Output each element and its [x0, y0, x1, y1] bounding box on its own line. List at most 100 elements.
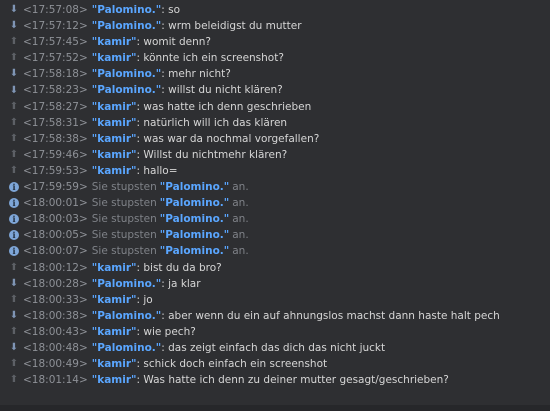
- chat-bottom-border: [0, 405, 550, 411]
- message-text: : aber wenn du ein auf ahnungslos machst…: [161, 309, 500, 322]
- nickname-link[interactable]: "kamir": [92, 147, 137, 163]
- arrow-down-icon: ⬇: [9, 277, 19, 289]
- nickname-link[interactable]: "Palomino.": [92, 82, 161, 98]
- timestamp: <18:00:05>: [23, 229, 88, 242]
- system-text: Sie stupsten: [91, 181, 157, 194]
- nickname-link[interactable]: "kamir": [92, 292, 137, 308]
- message-text: : hallo=: [136, 164, 178, 177]
- arrow-up-icon: ⬆: [9, 374, 19, 386]
- timestamp: <17:58:38>: [23, 132, 88, 145]
- message-text: : wie pech?: [136, 325, 196, 338]
- message-text: : was hatte ich denn geschrieben: [136, 100, 312, 113]
- message-text: : wrm beleidigst du mutter: [161, 20, 302, 33]
- arrow-up-icon: ⬆: [9, 52, 19, 64]
- chat-message: ⬆ <17:57:45> "kamir": womit denn?: [7, 34, 550, 50]
- nickname-link[interactable]: "kamir": [92, 324, 137, 340]
- system-text-suffix: an.: [232, 245, 249, 258]
- nickname-link[interactable]: "kamir": [92, 34, 137, 50]
- chat-message: ⬇ <17:58:23> "Palomino.": willst du nicht …: [7, 82, 550, 98]
- arrow-up-icon: ⬆: [9, 358, 19, 370]
- nickname-link[interactable]: "Palomino.": [92, 66, 161, 82]
- system-text: Sie stupsten: [91, 197, 157, 210]
- arrow-down-icon: ⬇: [9, 20, 19, 32]
- nickname-link[interactable]: "kamir": [92, 131, 137, 147]
- timestamp: <18:00:12>: [23, 261, 88, 274]
- arrow-up-icon: ⬆: [9, 293, 19, 305]
- arrow-down-icon: ⬇: [9, 4, 19, 16]
- arrow-up-icon: ⬆: [9, 164, 19, 176]
- timestamp: <17:59:59>: [23, 181, 88, 194]
- nickname-link[interactable]: "kamir": [92, 356, 137, 372]
- message-text: : schick doch einfach ein screenshot: [136, 358, 328, 371]
- timestamp: <17:59:53>: [23, 164, 88, 177]
- nickname-link[interactable]: "Palomino.": [160, 195, 229, 211]
- system-text-suffix: an.: [232, 181, 249, 194]
- nickname-link[interactable]: "Palomino.": [160, 211, 229, 227]
- system-message: i <18:00:03> Sie stupsten "Palomino." an.: [7, 211, 550, 227]
- arrow-down-icon: ⬇: [9, 309, 19, 321]
- timestamp: <17:59:46>: [23, 148, 88, 161]
- arrow-up-icon: ⬆: [9, 261, 19, 273]
- system-message: i <18:00:05> Sie stupsten "Palomino." an.: [7, 227, 550, 243]
- message-text: : jo: [136, 293, 153, 306]
- arrow-down-icon: ⬇: [9, 68, 19, 80]
- nickname-link[interactable]: "Palomino.": [92, 276, 161, 292]
- timestamp: <17:58:31>: [23, 116, 88, 129]
- chat-message: ⬇ <17:57:08> "Palomino.": so: [7, 2, 550, 18]
- nickname-link[interactable]: "Palomino.": [92, 308, 161, 324]
- chat-message: ⬇ <18:00:48> "Palomino.": das zeigt einfac…: [7, 340, 550, 356]
- info-icon: i: [7, 197, 21, 209]
- nickname-link[interactable]: "Palomino.": [92, 18, 161, 34]
- chat-message: ⬆ <17:59:46> "kamir": Willst du nichtmehr …: [7, 147, 550, 163]
- chat-message: ⬆ <18:00:49> "kamir": schick doch einfach …: [7, 356, 550, 372]
- message-text: : mehr nicht?: [161, 68, 231, 81]
- chat-message: ⬆ <18:00:12> "kamir": bist du da bro?: [7, 260, 550, 276]
- timestamp: <17:58:18>: [23, 68, 88, 81]
- nickname-link[interactable]: "Palomino.": [92, 340, 161, 356]
- info-icon: i: [7, 245, 21, 257]
- timestamp: <18:00:33>: [23, 293, 88, 306]
- message-text: : was war da nochmal vorgefallen?: [136, 132, 320, 145]
- chat-message: ⬆ <18:00:43> "kamir": wie pech?: [7, 324, 550, 340]
- timestamp: <18:01:14>: [23, 374, 88, 387]
- nickname-link[interactable]: "kamir": [92, 99, 137, 115]
- chat-message: ⬆ <17:58:38> "kamir": was war da nochmal v…: [7, 131, 550, 147]
- chat-message: ⬇ <18:00:28> "Palomino.": ja klar: [7, 276, 550, 292]
- message-text: : Willst du nichtmehr klären?: [136, 148, 288, 161]
- arrow-up-icon: ⬆: [9, 132, 19, 144]
- arrow-up-icon: ⬆: [9, 325, 19, 337]
- message-text: : bist du da bro?: [136, 261, 222, 274]
- chat-message: ⬇ <18:00:38> "Palomino.": aber wenn du ein…: [7, 308, 550, 324]
- message-text: : könnte ich ein screenshot?: [136, 52, 284, 65]
- timestamp: <17:57:45>: [23, 36, 88, 49]
- nickname-link[interactable]: "Palomino.": [160, 243, 229, 259]
- info-icon: i: [7, 181, 21, 193]
- nickname-link[interactable]: "Palomino.": [92, 2, 161, 18]
- message-text: : willst du nicht klären?: [161, 84, 283, 97]
- timestamp: <18:00:07>: [23, 245, 88, 258]
- chat-message: ⬆ <17:58:27> "kamir": was hatte ich denn g…: [7, 99, 550, 115]
- chat-message: ⬆ <17:57:52> "kamir": könnte ich ein scree…: [7, 50, 550, 66]
- system-text: Sie stupsten: [91, 229, 157, 242]
- message-text: : Was hatte ich denn zu deiner mutter ge…: [136, 374, 449, 387]
- timestamp: <18:00:03>: [23, 213, 88, 226]
- system-text: Sie stupsten: [91, 245, 157, 258]
- message-text: : ja klar: [161, 277, 201, 290]
- timestamp: <17:57:52>: [23, 52, 88, 65]
- nickname-link[interactable]: "Palomino.": [160, 179, 229, 195]
- nickname-link[interactable]: "kamir": [92, 115, 137, 131]
- nickname-link[interactable]: "kamir": [92, 163, 137, 179]
- nickname-link[interactable]: "Palomino.": [160, 227, 229, 243]
- chat-message: ⬆ <17:58:31> "kamir": natürlich will ich d…: [7, 115, 550, 131]
- arrow-up-icon: ⬆: [9, 116, 19, 128]
- timestamp: <17:57:12>: [23, 20, 88, 33]
- timestamp: <18:00:28>: [23, 277, 88, 290]
- timestamp: <17:58:27>: [23, 100, 88, 113]
- timestamp: <17:58:23>: [23, 84, 88, 97]
- system-text-suffix: an.: [232, 197, 249, 210]
- nickname-link[interactable]: "kamir": [92, 50, 137, 66]
- message-text: : womit denn?: [136, 36, 212, 49]
- nickname-link[interactable]: "kamir": [92, 260, 137, 276]
- chat-log[interactable]: ⬇ <17:57:08> "Palomino.": so ⬇ <17:57:12> "Pa…: [0, 0, 550, 411]
- nickname-link[interactable]: "kamir": [92, 372, 137, 388]
